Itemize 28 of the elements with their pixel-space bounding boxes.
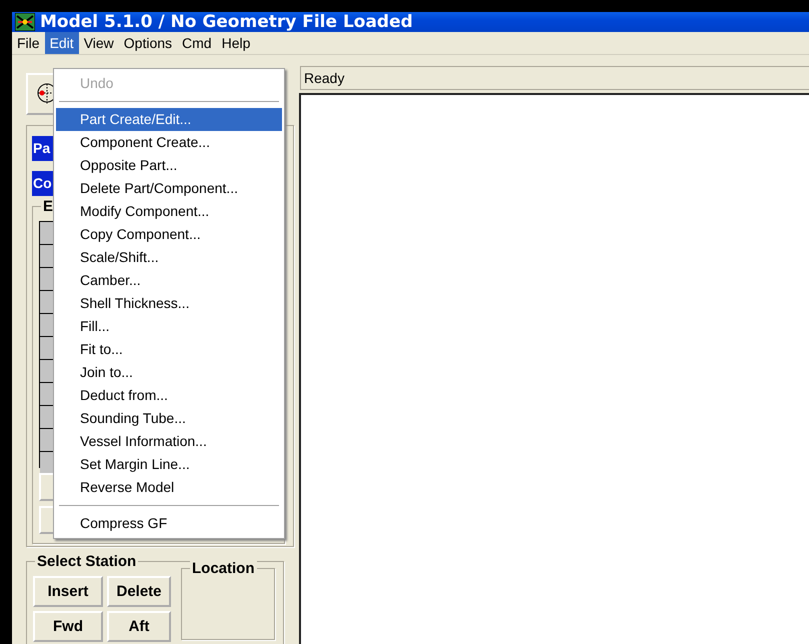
menu-item[interactable]: Deduct from... — [56, 384, 282, 407]
menu-item[interactable]: Camber... — [56, 269, 282, 292]
station-button[interactable]: Aft — [107, 611, 171, 642]
menu-item[interactable]: Modify Component... — [56, 200, 282, 223]
status-field: Ready — [300, 66, 809, 90]
menu-item[interactable]: View — [78, 32, 119, 54]
menu-item[interactable]: Shell Thickness... — [56, 292, 282, 315]
menu-item[interactable]: Join to... — [56, 361, 282, 384]
station-button[interactable]: Fwd — [33, 611, 103, 642]
menu-item[interactable]: Set Margin Line... — [56, 453, 282, 476]
menu-item[interactable]: Fit to... — [56, 338, 282, 361]
menu-item[interactable]: Reverse Model — [56, 476, 282, 499]
menu-item[interactable]: Edit — [44, 32, 79, 54]
menu-item[interactable]: Fill... — [56, 315, 282, 338]
menu-item[interactable]: Scale/Shift... — [56, 246, 282, 269]
menu-item[interactable]: Sounding Tube... — [56, 407, 282, 430]
menu-item[interactable]: Part Create/Edit... — [56, 108, 282, 131]
menu-item[interactable]: Options — [118, 32, 178, 54]
station-button[interactable]: Delete — [107, 576, 171, 607]
station-button[interactable]: Insert — [33, 576, 103, 607]
window-title: Model 5.1.0 / No Geometry File Loaded — [40, 12, 413, 32]
menu-item[interactable]: Cmd — [177, 32, 217, 54]
app-icon — [15, 13, 35, 31]
menu-item[interactable]: File — [12, 32, 45, 54]
menu-item[interactable]: Help — [216, 32, 256, 54]
menu-item[interactable]: Copy Component... — [56, 223, 282, 246]
menu-item[interactable]: Vessel Information... — [56, 430, 282, 453]
menu-item[interactable]: Compress GF — [56, 512, 282, 535]
